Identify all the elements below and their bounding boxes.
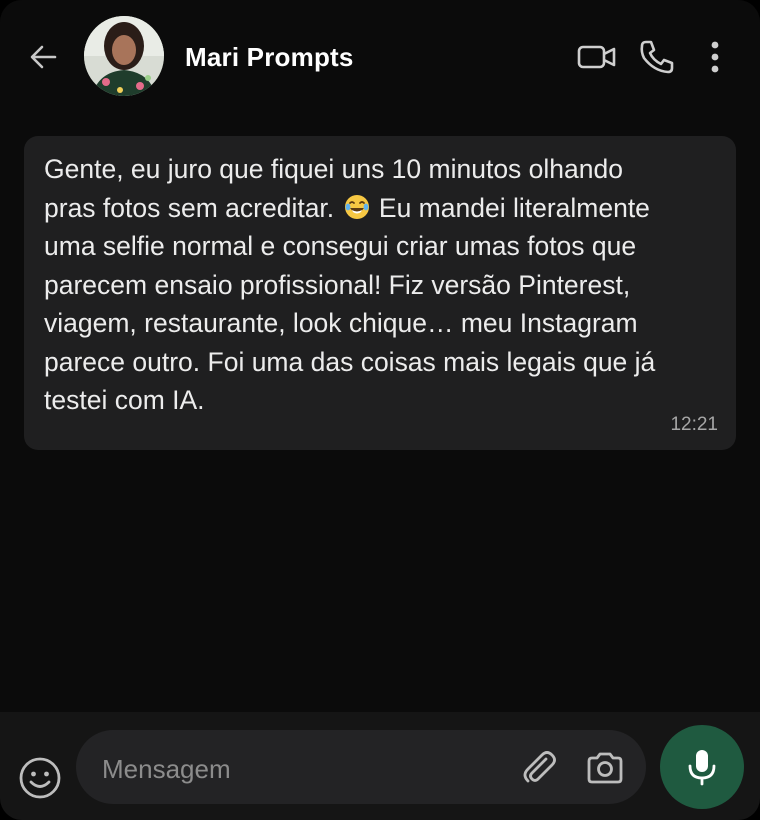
video-call-button[interactable] [574,36,620,78]
message-input[interactable] [100,750,504,788]
contact-name[interactable]: Mari Prompts [185,42,354,73]
chat-screen: Mari Prompts Gente, eu juro que fiquei u… [0,0,760,820]
more-options-button[interactable] [700,36,730,78]
camera-button[interactable] [582,746,628,790]
emoji-button[interactable] [16,754,64,802]
more-vertical-icon [711,41,719,73]
message-time: 12:21 [670,414,718,435]
avatar[interactable] [84,16,164,96]
paperclip-icon [523,751,556,783]
message-input-box[interactable] [76,730,646,804]
composer-bar [0,712,760,820]
camera-icon [587,752,623,784]
incoming-message-bubble[interactable]: Gente, eu juro que fiquei uns 10 minutos… [24,136,736,450]
video-camera-icon [577,45,616,69]
message-text: Gente, eu juro que fiquei uns 10 minutos… [44,150,716,420]
message-text-part-2: Eu mandei literalmente uma selfie normal… [44,192,656,416]
voice-call-button[interactable] [636,36,678,78]
arrow-left-icon [30,45,57,69]
chat-header: Mari Prompts [0,0,760,118]
message-list[interactable]: Gente, eu juro que fiquei uns 10 minutos… [0,118,760,712]
phone-icon [640,40,674,74]
back-button[interactable] [22,36,64,78]
attach-button[interactable] [516,746,562,790]
voice-message-button[interactable] [660,725,744,809]
profile-photo [84,16,164,96]
microphone-icon [688,750,716,786]
laughing-tears-emoji-icon [344,194,369,219]
smiley-icon [19,757,61,799]
